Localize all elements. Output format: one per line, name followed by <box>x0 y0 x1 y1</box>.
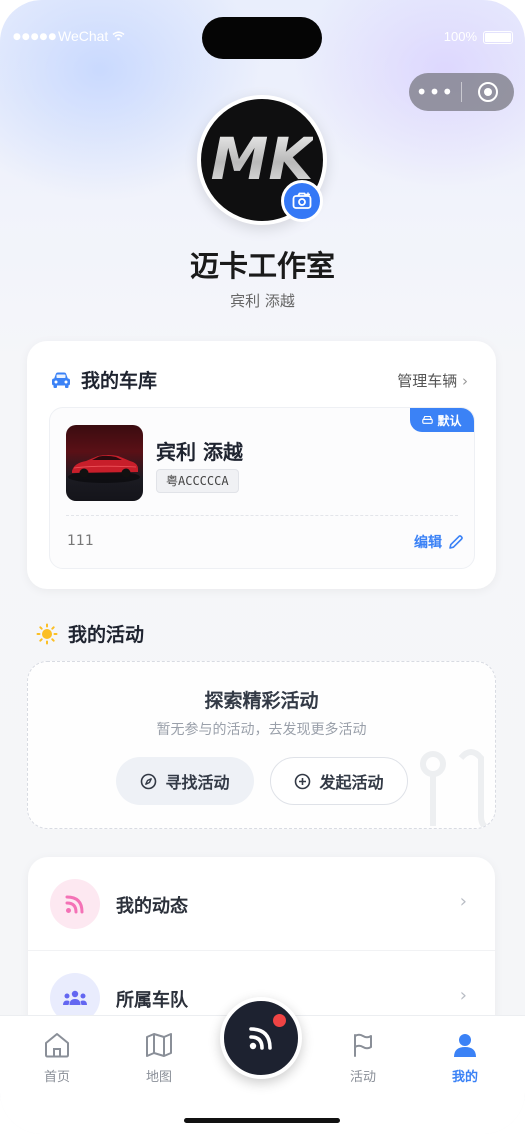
launch-activity-button[interactable]: 发起活动 <box>270 757 408 805</box>
garage-card: 我的车库 管理车辆 › 默认 宾利 添越 粤ACCCCCA 111 编辑 <box>27 341 496 589</box>
battery-icon <box>483 31 513 44</box>
battery-percent: 100% <box>443 29 477 44</box>
activities-empty-card: 探索精彩活动 暂无参与的活动，去发现更多活动 寻找活动 发起活动 <box>27 661 496 829</box>
car-name: 宾利 添越 <box>156 440 243 464</box>
menu-item-label: 我的动态 <box>116 896 188 917</box>
edit-label: 编辑 <box>414 535 442 551</box>
notification-dot <box>271 1012 288 1029</box>
rss-icon <box>249 1027 272 1050</box>
studio-name: 迈卡工作室 <box>189 249 335 283</box>
map-icon <box>146 1033 172 1057</box>
camera-icon <box>292 192 312 209</box>
home-icon <box>45 1033 69 1058</box>
car-image <box>66 425 143 501</box>
manage-vehicles-link[interactable]: 管理车辆 › <box>397 370 468 391</box>
tab-activity[interactable]: 活动 <box>328 1030 398 1085</box>
car-small-icon <box>422 415 434 424</box>
red-car-photo <box>68 455 140 483</box>
center-feed-button[interactable] <box>220 997 302 1079</box>
target-icon <box>478 82 498 102</box>
compass-icon <box>141 773 157 789</box>
find-activity-button[interactable]: 寻找活动 <box>116 757 254 805</box>
license-plate: 粤ACCCCCA <box>156 469 239 493</box>
flag-icon <box>354 1033 372 1057</box>
chevron-right-icon: › <box>459 891 467 912</box>
carrier-label: WeChat <box>58 28 125 44</box>
close-miniprogram-button[interactable] <box>462 82 514 102</box>
change-avatar-button[interactable] <box>281 180 323 222</box>
rss-icon <box>50 879 100 929</box>
menu-item-my-posts[interactable]: 我的动态 › <box>28 857 495 951</box>
chevron-right-icon: › <box>462 372 468 390</box>
car-card[interactable]: 默认 宾利 添越 粤ACCCCCA 111 编辑 <box>49 407 475 569</box>
car-icon <box>52 372 70 388</box>
status-bar: ●●●●● WeChat 100% <box>0 28 525 48</box>
activities-title-text: 我的活动 <box>68 624 145 646</box>
empty-state-subtitle: 暂无参与的活动，去发现更多活动 <box>156 722 367 738</box>
user-icon <box>454 1034 476 1057</box>
garage-title: 我的车库 <box>51 366 157 393</box>
sun-icon <box>36 623 58 644</box>
mk-logo: MK <box>211 125 313 189</box>
car-note: 111 <box>67 533 94 549</box>
plus-circle-icon <box>295 773 311 789</box>
miniprogram-capsule: ••• <box>409 73 514 111</box>
studio-subtitle: 宾利 添越 <box>230 292 295 310</box>
more-button[interactable]: ••• <box>409 73 461 111</box>
home-indicator <box>184 1118 340 1123</box>
default-badge: 默认 <box>410 408 474 432</box>
tab-me[interactable]: 我的 <box>430 1030 500 1085</box>
decoration-graphic <box>420 749 492 828</box>
signal-icon: ●●●●● <box>13 32 58 42</box>
chevron-right-icon: › <box>459 985 467 1006</box>
tab-home[interactable]: 首页 <box>22 1030 92 1085</box>
phone-screen: ●●●●● WeChat 100% ••• MK 迈卡工作室 宾利 添越 我的车… <box>0 0 525 1134</box>
card-divider <box>66 515 458 516</box>
pencil-icon <box>449 535 463 549</box>
edit-car-button[interactable]: 编辑 <box>414 532 464 552</box>
tab-map[interactable]: 地图 <box>124 1030 194 1085</box>
activities-title: 我的活动 <box>36 620 144 647</box>
empty-state-title: 探索精彩活动 <box>204 690 319 712</box>
menu-item-label: 所属车队 <box>116 990 188 1011</box>
wifi-icon <box>112 31 125 41</box>
garage-title-text: 我的车库 <box>81 370 158 392</box>
